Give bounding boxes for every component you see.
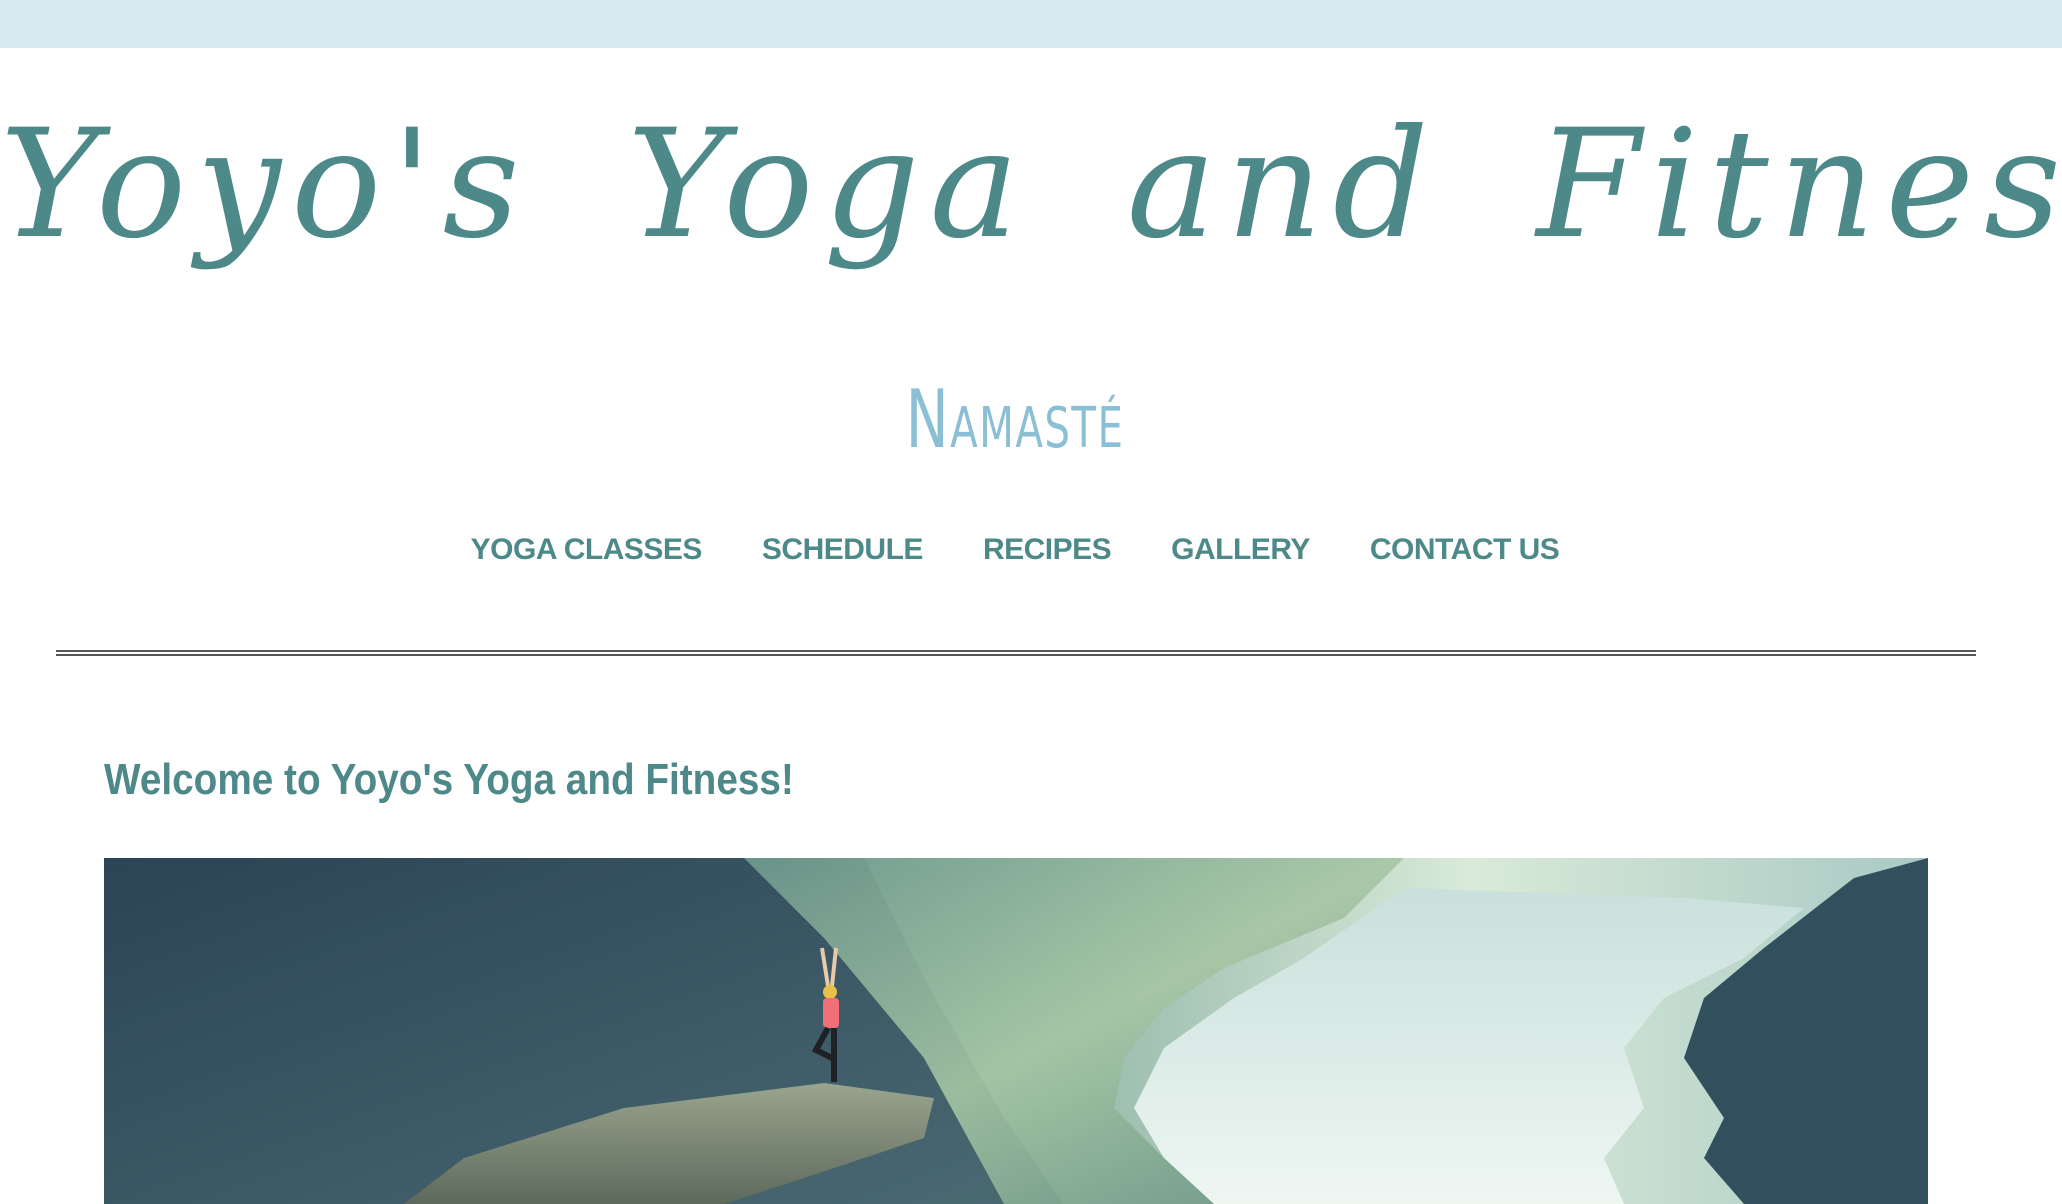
main-nav: YOGA CLASSES SCHEDULE RECIPES GALLERY CO…	[0, 530, 2030, 570]
header-divider	[56, 650, 1976, 656]
nav-yoga-classes[interactable]: YOGA CLASSES	[471, 533, 703, 567]
nav-gallery[interactable]: GALLERY	[1171, 533, 1310, 567]
nav-schedule[interactable]: SCHEDULE	[762, 533, 924, 567]
site-title[interactable]: Yoyo's Yoga and Fitness	[0, 90, 2062, 280]
site-tagline: Namasté	[905, 373, 1125, 466]
hero-image	[104, 858, 1928, 1204]
nav-contact-us[interactable]: CONTACT US	[1370, 533, 1560, 567]
nav-recipes[interactable]: RECIPES	[983, 533, 1112, 567]
welcome-heading: Welcome to Yoyo's Yoga and Fitness!	[104, 755, 794, 804]
top-band	[0, 0, 2062, 48]
